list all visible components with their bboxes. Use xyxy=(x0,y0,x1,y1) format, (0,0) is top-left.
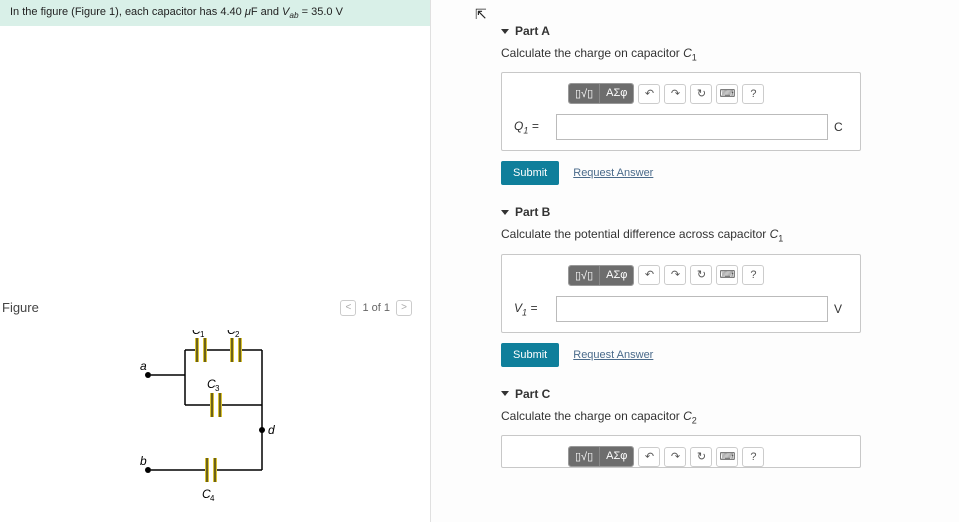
redo-button[interactable]: ↷ xyxy=(664,265,686,285)
keyboard-button[interactable]: ⌨ xyxy=(716,447,738,467)
caret-down-icon[interactable] xyxy=(501,210,509,215)
problem-statement: In the figure (Figure 1), each capacitor… xyxy=(0,0,430,26)
part-b: Part B Calculate the potential differenc… xyxy=(501,205,939,366)
part-b-input[interactable] xyxy=(556,296,828,322)
caret-down-icon[interactable] xyxy=(501,29,509,34)
part-b-request-answer-link[interactable]: Request Answer xyxy=(573,349,653,361)
fraction-sqrt-button[interactable]: ▯√▯ xyxy=(569,84,600,103)
cursor-icon: ⇱ xyxy=(475,6,487,23)
reset-button[interactable]: ↻ xyxy=(690,265,712,285)
part-a-answer-box: ▯√▯ ΑΣφ ↶ ↷ ↻ ⌨ ? Q1 = C xyxy=(501,72,861,151)
figure-prev-button[interactable]: < xyxy=(340,300,356,316)
part-a-desc: Calculate the charge on capacitor C1 xyxy=(501,46,939,62)
svg-text:4: 4 xyxy=(210,494,215,503)
caret-down-icon[interactable] xyxy=(501,391,509,396)
svg-text:d: d xyxy=(268,423,275,437)
part-a-request-answer-link[interactable]: Request Answer xyxy=(573,167,653,179)
circuit-diagram: a C1 xyxy=(140,330,340,510)
undo-button[interactable]: ↶ xyxy=(638,84,660,104)
part-c-title: Part C xyxy=(515,387,550,401)
greek-symbols-button[interactable]: ΑΣφ xyxy=(600,84,633,103)
reset-button[interactable]: ↻ xyxy=(690,447,712,467)
part-b-unit: V xyxy=(834,302,848,316)
undo-button[interactable]: ↶ xyxy=(638,447,660,467)
part-c-answer-box: ▯√▯ ΑΣφ ↶ ↷ ↻ ⌨ ? xyxy=(501,435,861,468)
help-button[interactable]: ? xyxy=(742,84,764,104)
reset-button[interactable]: ↻ xyxy=(690,84,712,104)
keyboard-button[interactable]: ⌨ xyxy=(716,84,738,104)
greek-symbols-button[interactable]: ΑΣφ xyxy=(600,447,633,466)
part-a-title: Part A xyxy=(515,24,550,38)
part-b-submit-button[interactable]: Submit xyxy=(501,343,559,367)
part-a-unit: C xyxy=(834,120,848,134)
figure-next-button[interactable]: > xyxy=(396,300,412,316)
part-c: Part C Calculate the charge on capacitor… xyxy=(501,387,939,468)
part-a-submit-button[interactable]: Submit xyxy=(501,161,559,185)
redo-button[interactable]: ↷ xyxy=(664,84,686,104)
part-a-input[interactable] xyxy=(556,114,828,140)
figure-heading: Figure xyxy=(2,300,39,315)
part-a: Part A Calculate the charge on capacitor… xyxy=(501,24,939,185)
fraction-sqrt-button[interactable]: ▯√▯ xyxy=(569,447,600,466)
figure-page-count: 1 of 1 xyxy=(362,302,390,314)
part-c-desc: Calculate the charge on capacitor C2 xyxy=(501,409,939,425)
part-b-answer-box: ▯√▯ ΑΣφ ↶ ↷ ↻ ⌨ ? V1 = V xyxy=(501,254,861,333)
help-button[interactable]: ? xyxy=(742,447,764,467)
redo-button[interactable]: ↷ xyxy=(664,447,686,467)
keyboard-button[interactable]: ⌨ xyxy=(716,265,738,285)
svg-text:1: 1 xyxy=(200,330,205,339)
part-a-variable: Q1 = xyxy=(514,119,550,135)
part-b-variable: V1 = xyxy=(514,301,550,317)
svg-text:a: a xyxy=(140,359,147,373)
undo-button[interactable]: ↶ xyxy=(638,265,660,285)
figure-pager: < 1 of 1 > xyxy=(340,300,412,316)
svg-text:3: 3 xyxy=(215,384,220,393)
fraction-sqrt-button[interactable]: ▯√▯ xyxy=(569,266,600,285)
help-button[interactable]: ? xyxy=(742,265,764,285)
part-b-title: Part B xyxy=(515,205,550,219)
svg-text:b: b xyxy=(140,454,147,468)
svg-text:2: 2 xyxy=(235,330,240,339)
part-b-desc: Calculate the potential difference acros… xyxy=(501,227,939,243)
greek-symbols-button[interactable]: ΑΣφ xyxy=(600,266,633,285)
